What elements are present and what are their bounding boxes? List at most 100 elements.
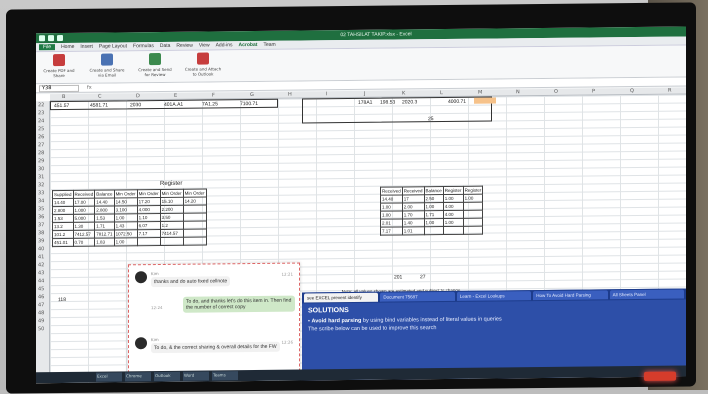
row-header[interactable]: 45 xyxy=(38,286,44,292)
cell[interactable]: 2.200 xyxy=(160,205,184,214)
column-header[interactable]: M xyxy=(478,90,482,96)
cell[interactable]: 1.00 xyxy=(380,210,403,220)
cell[interactable]: 101.2 xyxy=(52,230,74,239)
cell[interactable]: 6.07 xyxy=(137,221,161,230)
row-header[interactable]: 33 xyxy=(38,190,44,196)
cell[interactable]: 2.50 xyxy=(424,194,444,203)
row-header[interactable]: 39 xyxy=(38,238,44,244)
cell[interactable]: 1.000 xyxy=(73,206,95,215)
cell[interactable]: 401A.A1 xyxy=(164,102,183,108)
cell[interactable]: 4000.71 xyxy=(448,99,466,105)
column-header[interactable]: N xyxy=(516,89,520,95)
cell[interactable]: 1.01 xyxy=(402,226,425,235)
cell[interactable]: 5.000 xyxy=(73,214,95,223)
chat-window[interactable]: Kim thanks and do auto fixed cellnote 12… xyxy=(128,262,300,379)
cell[interactable]: 3.50 xyxy=(160,213,184,222)
cell[interactable]: 1.53 xyxy=(52,214,74,223)
cell[interactable] xyxy=(463,202,483,211)
tab-view[interactable]: View xyxy=(199,42,210,48)
table-header[interactable]: Received xyxy=(73,190,95,199)
cell[interactable]: 1.10 xyxy=(137,213,161,222)
row-header[interactable]: 31 xyxy=(38,174,44,180)
row-header[interactable]: 37 xyxy=(38,222,44,228)
cell[interactable]: 2.800 xyxy=(94,205,115,215)
tab-formulas[interactable]: Formulas xyxy=(133,43,154,49)
table-header[interactable]: Min Order xyxy=(183,189,207,198)
cell[interactable]: 7812.71 xyxy=(94,229,115,239)
cell[interactable]: 1.00 xyxy=(443,218,464,227)
cell[interactable]: 2020.3 xyxy=(402,99,417,105)
table-header[interactable]: Register xyxy=(443,186,464,195)
cell[interactable] xyxy=(463,210,483,219)
column-header[interactable]: G xyxy=(250,92,254,98)
row-header[interactable]: 27 xyxy=(38,142,44,148)
row-header[interactable]: 30 xyxy=(38,166,44,172)
column-header[interactable]: C xyxy=(98,94,102,100)
selected-cell[interactable] xyxy=(474,97,496,104)
row-header[interactable]: 50 xyxy=(38,326,44,332)
row-header[interactable]: 44 xyxy=(38,278,44,284)
cell[interactable]: 1.40 xyxy=(402,218,425,227)
create-pdf-button[interactable]: Create PDF and Share xyxy=(40,53,78,81)
cell[interactable]: 14.40 xyxy=(94,197,115,207)
cell[interactable]: 7.17 xyxy=(380,226,403,236)
tab-insert[interactable]: Insert xyxy=(80,44,93,50)
cell[interactable]: 17 xyxy=(402,194,425,203)
cell[interactable]: 4.000 xyxy=(137,205,161,214)
outlook-pdf-button[interactable]: Create and Attach to Outlook xyxy=(184,52,222,79)
review-pdf-button[interactable]: Create and Send for Review xyxy=(136,52,174,80)
cell[interactable] xyxy=(463,218,483,227)
table-header[interactable]: Supplied xyxy=(52,190,74,199)
table-header[interactable]: Min Order xyxy=(137,189,161,198)
cell[interactable]: 4.00 xyxy=(443,202,464,211)
column-header[interactable]: H xyxy=(288,92,292,98)
row-header[interactable]: 41 xyxy=(38,254,44,260)
column-header[interactable]: J xyxy=(364,91,365,97)
cell[interactable]: 2.00 xyxy=(402,202,425,211)
cell[interactable]: 2030 xyxy=(130,102,141,108)
row-header[interactable]: 47 xyxy=(38,302,44,308)
column-header[interactable]: O xyxy=(554,89,558,95)
tab-add-ins[interactable]: Add-ins xyxy=(216,42,233,48)
column-header[interactable]: K xyxy=(402,90,405,96)
cell[interactable]: 27 xyxy=(420,274,426,280)
cell[interactable]: 201 xyxy=(394,274,402,280)
table-header[interactable]: Balance xyxy=(94,189,115,199)
browser-tab[interactable]: see EXCEL prevent identify xyxy=(304,292,379,303)
row-header[interactable]: 35 xyxy=(38,206,44,212)
cell[interactable]: 1.83 xyxy=(94,237,115,247)
cell[interactable]: 3.100 xyxy=(114,205,138,214)
cell[interactable]: 1.00 xyxy=(114,237,138,246)
cell[interactable]: 1.00 xyxy=(463,194,483,203)
save-icon[interactable] xyxy=(39,35,45,42)
cell[interactable]: 178A1 xyxy=(358,100,372,106)
table-header[interactable]: Balance xyxy=(424,186,444,195)
email-pdf-button[interactable]: Create and Share via Email xyxy=(88,53,126,80)
cell[interactable]: 1.71 xyxy=(424,210,444,219)
cell[interactable] xyxy=(183,213,207,222)
row-header[interactable]: 29 xyxy=(38,158,44,164)
column-header[interactable]: Q xyxy=(630,88,634,94)
undo-icon[interactable] xyxy=(48,35,54,42)
cell[interactable]: 2.01 xyxy=(380,218,403,228)
tab-page-layout[interactable]: Page Layout xyxy=(99,43,127,49)
cell[interactable]: 451.57 xyxy=(54,103,69,109)
cell[interactable] xyxy=(443,226,464,235)
cell[interactable]: 4581.71 xyxy=(90,103,108,109)
cell[interactable]: 17.00 xyxy=(73,198,95,207)
taskbar-item[interactable]: Teams xyxy=(212,371,238,381)
column-header[interactable]: B xyxy=(62,94,65,100)
row-header[interactable]: 49 xyxy=(38,318,44,324)
row-header[interactable]: 40 xyxy=(38,246,44,252)
tab-acrobat[interactable]: Acrobat xyxy=(239,42,258,48)
cell[interactable]: 15.10 xyxy=(160,197,184,206)
cell[interactable]: 7.17 xyxy=(137,229,161,238)
cell[interactable]: 1.43 xyxy=(114,221,138,230)
cell[interactable]: 0.70 xyxy=(73,238,95,247)
cell[interactable]: 7412.57 xyxy=(73,230,95,239)
row-header[interactable]: 46 xyxy=(38,294,44,300)
cell[interactable] xyxy=(463,226,483,235)
cell[interactable]: 14.40 xyxy=(52,198,74,207)
cell[interactable]: 7414.57 xyxy=(160,229,184,238)
row-header[interactable]: 48 xyxy=(38,310,44,316)
